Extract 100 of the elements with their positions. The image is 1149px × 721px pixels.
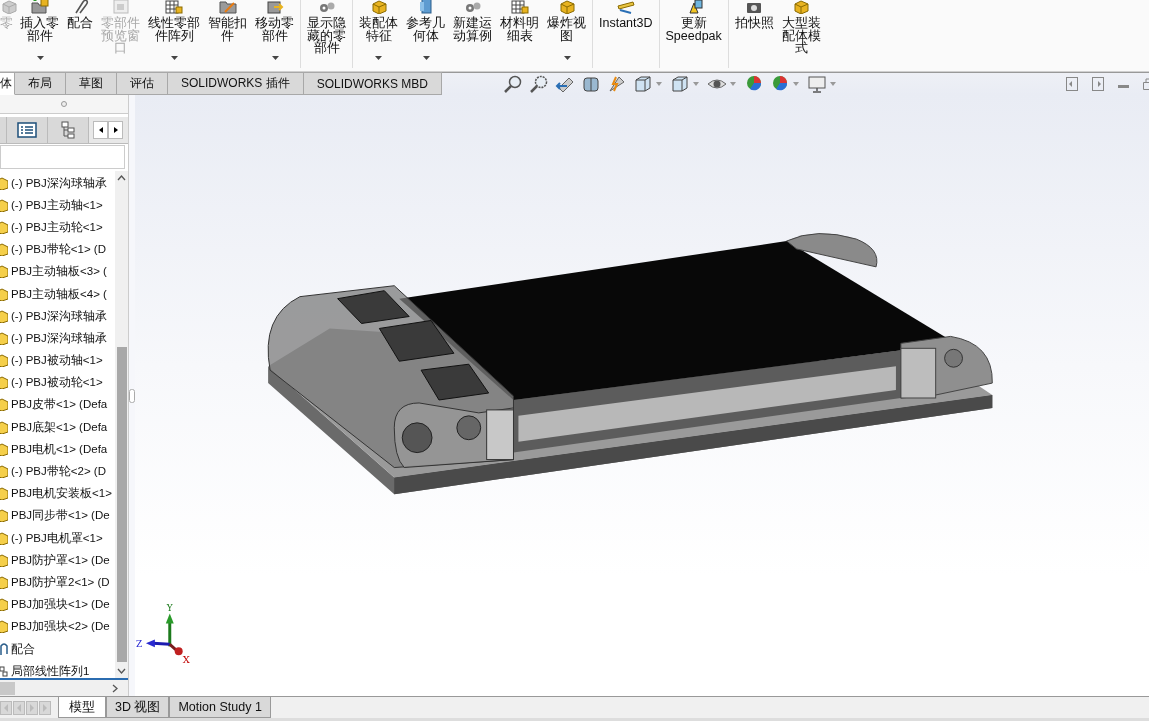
part-icon xyxy=(0,442,8,456)
tree-item[interactable]: (-) PBJ带轮<1> (D xyxy=(0,238,106,261)
scrollbar-thumb[interactable] xyxy=(0,681,15,695)
scroll-right-icon[interactable] xyxy=(112,683,118,693)
tree-item[interactable]: PBJ底架<1> (Defa xyxy=(0,416,108,439)
tree-item[interactable]: PBJ加强块<1> (De xyxy=(0,593,110,616)
command-button[interactable]: 配合 xyxy=(63,0,97,68)
ribbon-tab[interactable]: 布局 xyxy=(15,72,66,95)
tree-item[interactable]: (-) PBJ深沟球轴承 xyxy=(0,172,107,195)
tree-item[interactable]: 配合 xyxy=(0,637,35,661)
part-icon xyxy=(0,509,8,523)
command-button[interactable]: 拍快照 xyxy=(727,0,778,68)
axis-label: X xyxy=(182,654,190,666)
camera-icon xyxy=(745,0,764,14)
restore-icon[interactable] xyxy=(1143,78,1149,90)
part-icon xyxy=(0,198,8,212)
command-button[interactable]: 装配体 特征 xyxy=(352,0,402,68)
splitter-handle-icon[interactable] xyxy=(129,388,135,403)
command-button[interactable]: 移动零 部件 xyxy=(251,0,298,68)
model-tab[interactable]: 模型 xyxy=(58,697,106,718)
caret-icon[interactable] xyxy=(422,56,430,60)
command-button[interactable]: 大型装 配体模 式 xyxy=(777,0,825,68)
panel-tab[interactable] xyxy=(7,117,48,143)
tree-item[interactable]: (-) PBJ主动轴<1> xyxy=(0,194,103,217)
tree-item[interactable]: PBJ同步带<1> (De xyxy=(0,504,110,527)
part-icon xyxy=(0,376,8,390)
part-icon xyxy=(0,487,8,501)
tree-item[interactable]: PBJ电机<1> (Defa xyxy=(0,438,108,461)
folder-icon xyxy=(30,0,49,14)
filter-field[interactable] xyxy=(0,145,125,169)
command-button[interactable]: 爆炸视 图 xyxy=(543,0,590,68)
part-icon xyxy=(0,598,8,612)
caret-icon[interactable] xyxy=(374,56,382,60)
scroll-left-button[interactable] xyxy=(93,121,108,139)
box-icon xyxy=(792,0,811,14)
scroll-up-icon[interactable] xyxy=(117,175,126,181)
part-icon xyxy=(0,265,8,279)
tree-item[interactable]: PBJ加强块<2> (De xyxy=(0,615,110,638)
tree-item[interactable]: PBJ防护罩2<1> (D xyxy=(0,571,110,594)
part-icon xyxy=(0,465,8,479)
command-button[interactable]: 材料明 细表 xyxy=(496,0,543,68)
part-icon xyxy=(0,243,8,257)
tree-item[interactable]: 局部线性阵列1 xyxy=(0,660,90,683)
caret-icon[interactable] xyxy=(171,56,178,60)
command-button[interactable]: 线性零部 件阵列 xyxy=(144,0,204,68)
command-button[interactable]: 插入零 部件 xyxy=(16,0,63,68)
command-button[interactable]: Instant3D xyxy=(592,0,657,68)
ribbon-tab[interactable]: SOLIDWORKS 插件 xyxy=(168,72,304,95)
part-icon xyxy=(0,620,8,634)
cube-icon[interactable] xyxy=(670,74,691,94)
handle-icon[interactable] xyxy=(61,101,67,107)
panel-right-icon[interactable] xyxy=(1092,77,1104,91)
command-button[interactable]: 新建运 动算例 xyxy=(449,0,496,68)
tree-item[interactable]: (-) PBJ被动轴<1> xyxy=(0,349,103,372)
tree-item[interactable]: (-) PBJ深沟球轴承 xyxy=(0,305,107,328)
caret-icon[interactable] xyxy=(563,56,571,60)
tree-item[interactable]: (-) PBJ主动轮<1> xyxy=(0,216,103,239)
command-button[interactable]: 参考几 何体 xyxy=(402,0,449,68)
graphics-area[interactable]: Y Z X xyxy=(135,95,1149,696)
tree-item[interactable]: PBJ电机安装板<1> xyxy=(0,482,112,505)
arrow-left-icon xyxy=(98,127,103,133)
part-icon xyxy=(0,287,8,301)
tree-item[interactable]: PBJ皮带<1> (Defa xyxy=(0,393,108,417)
ribbon-tab[interactable]: 体 xyxy=(0,72,15,95)
model-tab[interactable]: Motion Study 1 xyxy=(169,697,271,718)
model-tab[interactable]: 3D 视图 xyxy=(106,697,170,718)
minimize-icon[interactable] xyxy=(1118,85,1129,89)
caret-icon[interactable] xyxy=(271,56,279,60)
panel-tab[interactable] xyxy=(48,117,89,143)
tree-item[interactable]: (-) PBJ被动轮<1> xyxy=(0,371,103,394)
scroll-down-icon[interactable] xyxy=(117,668,126,674)
part-icon xyxy=(0,309,8,323)
command-button[interactable]: 更新 Speedpak xyxy=(658,0,726,68)
caret-icon[interactable] xyxy=(36,56,44,60)
scrollbar[interactable] xyxy=(115,171,128,678)
monitor-icon[interactable] xyxy=(807,74,828,94)
command-button[interactable]: 显示隐 藏的零 部件 xyxy=(300,0,350,68)
tree-item[interactable]: (-) PBJ电机罩<1> xyxy=(0,527,103,550)
cube-icon[interactable] xyxy=(633,74,654,94)
axis-label: Z xyxy=(136,639,143,650)
scrollbar[interactable] xyxy=(0,678,128,696)
list-icon xyxy=(17,122,37,138)
tree-item[interactable]: PBJ主动轴板<4> ( xyxy=(0,282,107,306)
ribbon-tab[interactable]: 评估 xyxy=(117,72,168,95)
part-icon xyxy=(0,420,8,434)
panel-left-icon[interactable] xyxy=(1066,77,1078,91)
tree-item[interactable]: PBJ主动轴板<3> ( xyxy=(0,260,107,283)
scrollbar-thumb[interactable] xyxy=(116,347,127,662)
tree-item[interactable]: PBJ防护罩<1> (De xyxy=(0,549,110,572)
ribbon-tab[interactable]: 草图 xyxy=(66,72,117,95)
part-icon xyxy=(0,176,8,190)
ribbon-tab[interactable]: SOLIDWORKS MBD xyxy=(303,72,443,95)
hierarchy-icon xyxy=(61,121,75,139)
arrow-right-icon xyxy=(113,127,118,133)
tree-item[interactable]: (-) PBJ深沟球轴承 xyxy=(0,327,107,350)
arrow-box-icon xyxy=(265,0,284,14)
scroll-right-button[interactable] xyxy=(108,121,123,139)
tree-item[interactable]: (-) PBJ带轮<2> (D xyxy=(0,460,106,483)
folder-icon xyxy=(218,0,237,14)
command-button[interactable]: 智能扣 件 xyxy=(204,0,251,68)
